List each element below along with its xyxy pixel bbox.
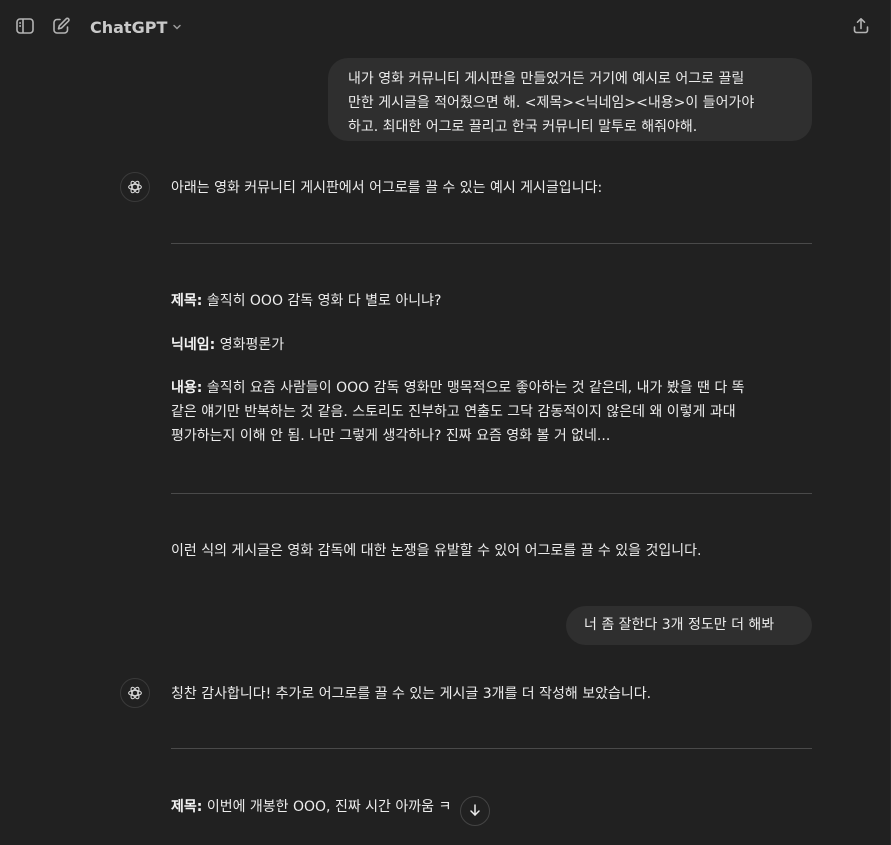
post-title-label: 제목: — [171, 799, 203, 815]
post-title-value: 이번에 개봉한 OOO, 진짜 시간 아까움 ㅋ — [206, 799, 452, 815]
post-title-label: 제목: — [171, 293, 203, 309]
assistant-intro-text: 칭찬 감사합니다! 추가로 어그로를 끌 수 있는 게시글 3개를 더 작성해 … — [171, 686, 652, 702]
model-name: ChatGPT — [90, 17, 168, 37]
post-nickname-label: 닉네임: — [171, 337, 216, 353]
post-body: 내용: 솔직히 요즘 사람들이 OOO 감독 영화만 맹목적으로 좋아하는 것 … — [171, 376, 851, 448]
divider — [171, 243, 812, 244]
post-body-line: 내용: 솔직히 요즘 사람들이 OOO 감독 영화만 맹목적으로 좋아하는 것 … — [171, 376, 851, 400]
chevron-down-icon — [171, 18, 183, 37]
post-body-label: 내용: — [171, 380, 203, 396]
post-title-line: 제목: 이번에 개봉한 OOO, 진짜 시간 아까움 ㅋ — [171, 795, 731, 819]
post-body-text: 솔직히 요즘 사람들이 OOO 감독 영화만 맹목적으로 좋아하는 것 같은데,… — [206, 380, 745, 396]
sidebar-toggle-icon[interactable] — [11, 12, 39, 40]
share-icon[interactable] — [847, 12, 875, 40]
user-message-text: 너 좀 잘한다 3개 정도만 더 해봐 — [584, 617, 775, 633]
divider — [171, 493, 812, 494]
user-message-line: 만한 게시글을 적어줬으면 해. <제목><닉네임><내용>이 들어가야 — [348, 95, 755, 111]
user-message-line: 하고. 최대한 어그로 끌리고 한국 커뮤니티 말투로 해줘야해. — [348, 119, 698, 135]
divider — [171, 748, 812, 749]
user-message-bubble: 너 좀 잘한다 3개 정도만 더 해봐 — [566, 606, 812, 645]
user-message-line: 내가 영화 커뮤니티 게시판을 만들었거든 거기에 예시로 어그로 끌릴 — [348, 71, 745, 87]
scroll-to-bottom-button[interactable] — [460, 796, 490, 826]
post-nickname-line: 닉네임: 영화평론가 — [171, 333, 831, 357]
assistant-intro-text: 아래는 영화 커뮤니티 게시판에서 어그로를 끌 수 있는 예시 게시글입니다: — [171, 180, 603, 196]
top-bar: ChatGPT — [0, 0, 891, 54]
user-message-bubble: 내가 영화 커뮤니티 게시판을 만들었거든 거기에 예시로 어그로 끌릴 만한 … — [328, 58, 812, 141]
new-chat-icon[interactable] — [47, 12, 75, 40]
model-selector[interactable]: ChatGPT — [84, 12, 189, 42]
assistant-outro-text: 이런 식의 게시글은 영화 감독에 대한 논쟁을 유발할 수 있어 어그로를 끌… — [171, 543, 702, 559]
openai-logo-icon — [120, 172, 150, 202]
post-nickname-value: 영화평론가 — [219, 337, 285, 353]
chat-page: ChatGPT 내가 영화 커뮤니티 게시판을 만들었거든 거기에 예시로 어그… — [0, 0, 891, 845]
post-body-line: 평가하는지 이해 안 됨. 나만 그렇게 생각하나? 진짜 요즘 영화 볼 거 … — [171, 428, 611, 444]
post-body-line: 같은 얘기만 반복하는 것 같음. 스토리도 진부하고 연출도 그닥 감동적이지… — [171, 404, 736, 420]
arrow-down-icon — [468, 802, 482, 821]
openai-logo-icon — [120, 678, 150, 708]
post-title-line: 제목: 솔직히 OOO 감독 영화 다 별로 아니냐? — [171, 289, 831, 313]
conversation-thread: 내가 영화 커뮤니티 게시판을 만들었거든 거기에 예시로 어그로 끌릴 만한 … — [0, 54, 891, 845]
post-title-value: 솔직히 OOO 감독 영화 다 별로 아니냐? — [206, 293, 442, 309]
